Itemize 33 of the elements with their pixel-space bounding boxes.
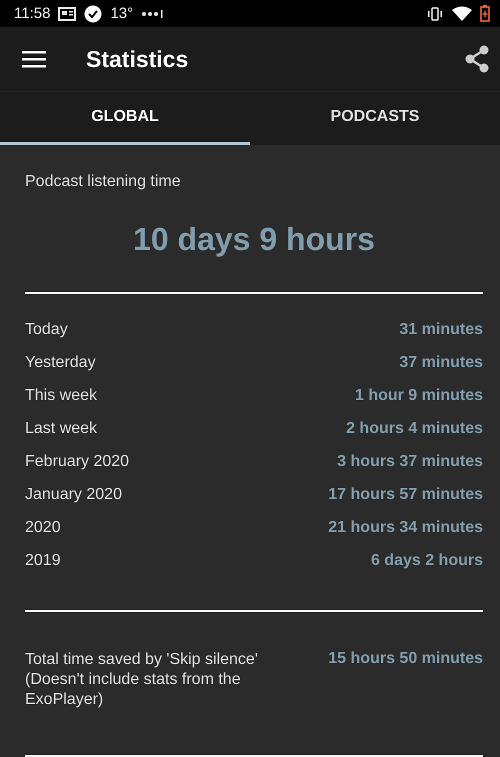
wifi-icon (452, 6, 472, 22)
tab[interactable]: PODCASTS (250, 92, 500, 145)
period-value: 17 hours 57 minutes (328, 486, 483, 504)
period-value: 21 hours 34 minutes (328, 519, 483, 537)
screen-title: Statistics (86, 46, 190, 73)
vibrate-icon (426, 6, 444, 21)
temperature: 13° (110, 5, 134, 22)
period-value: 3 hours 37 minutes (337, 453, 483, 471)
summary-label: Podcast listening time (25, 173, 182, 191)
period-value: 6 days 2 hours (370, 552, 483, 570)
period-label: Today (25, 321, 68, 339)
period-label: February 2020 (25, 453, 130, 471)
period-value: 37 minutes (399, 354, 483, 372)
share-icon[interactable] (464, 45, 490, 74)
period-value: 1 hour 9 minutes (354, 387, 483, 405)
newspaper-icon (58, 6, 76, 21)
skip-silence-value: 15 hours 50 minutes (328, 650, 483, 668)
tab[interactable]: GLOBAL (0, 92, 250, 145)
period-label: 2019 (25, 552, 61, 570)
period-label: 2020 (25, 519, 61, 537)
battery-icon (480, 5, 490, 22)
period-label: January 2020 (25, 486, 122, 504)
period-label: This week (25, 387, 98, 405)
period-label: Yesterday (25, 354, 96, 372)
period-label: Last week (25, 420, 98, 438)
period-value: 2 hours 4 minutes (346, 420, 483, 438)
total-listening-time: 10 days 9 hours (132, 221, 376, 258)
menu-icon[interactable] (22, 50, 46, 68)
check-circle-icon (84, 4, 102, 23)
period-value: 31 minutes (399, 321, 483, 339)
clock-time: 11:58 (14, 5, 50, 22)
skip-silence-label: Total time saved by 'Skip silence' (Doesn't include stats from the ExoPlayer) (25, 650, 259, 710)
more-dots-icon (141, 8, 164, 19)
